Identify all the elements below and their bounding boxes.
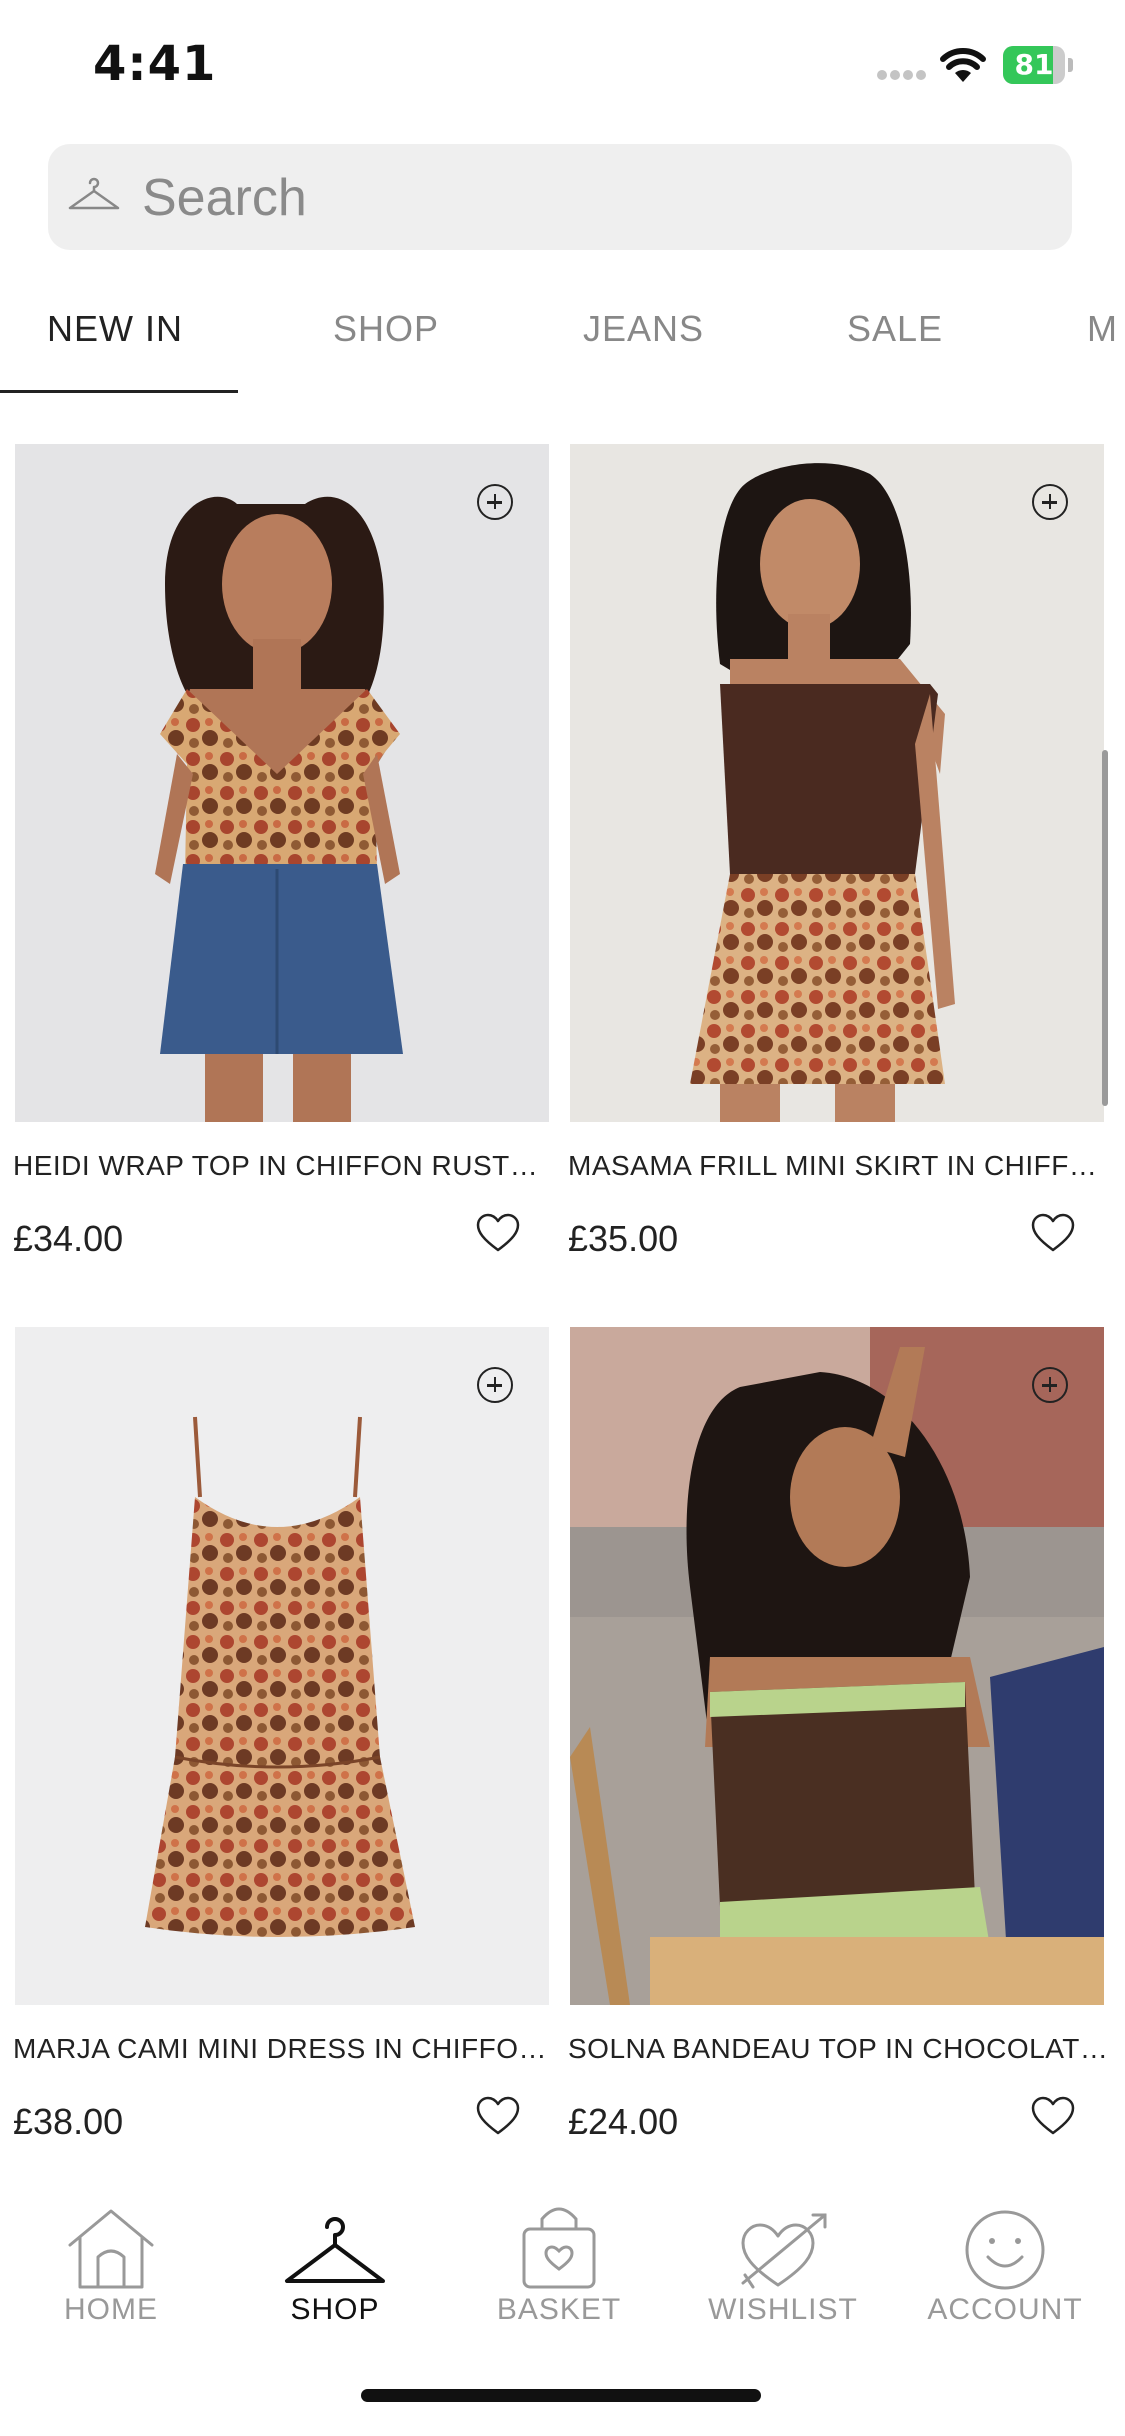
quick-add-icon[interactable] bbox=[477, 484, 513, 520]
smiley-icon bbox=[965, 2210, 1045, 2290]
nav-label-basket: BASKET bbox=[496, 2293, 622, 2326]
product-price: £34.00 bbox=[13, 1218, 124, 1259]
basket-icon bbox=[522, 2207, 596, 2289]
hanger-icon bbox=[68, 177, 120, 210]
nav-label-wishlist: WISHLIST bbox=[708, 2293, 858, 2326]
tab-more[interactable]: M bbox=[1087, 308, 1118, 350]
active-tab-indicator bbox=[0, 390, 238, 393]
product-name[interactable]: MASAMA FRILL MINI SKIRT IN CHIFFO… bbox=[568, 1150, 1108, 1182]
heart-arrow-icon bbox=[741, 2213, 827, 2289]
nav-label-home: HOME bbox=[64, 2293, 158, 2326]
battery-percent: 81 bbox=[1014, 48, 1054, 81]
nav-home[interactable]: HOME bbox=[11, 2195, 211, 2327]
product-price: £35.00 bbox=[568, 1218, 679, 1259]
heart-icon[interactable] bbox=[475, 1212, 521, 1254]
hanger-icon bbox=[285, 2217, 385, 2283]
wifi-icon bbox=[940, 48, 986, 82]
heart-icon[interactable] bbox=[1030, 2095, 1076, 2137]
quick-add-icon[interactable] bbox=[1032, 484, 1068, 520]
product-name[interactable]: SOLNA BANDEAU TOP IN CHOCOLAT… bbox=[568, 2033, 1108, 2065]
product-image[interactable] bbox=[570, 1327, 1104, 2005]
quick-add-icon[interactable] bbox=[1032, 1367, 1068, 1403]
product-name[interactable]: HEIDI WRAP TOP IN CHIFFON RUSTY… bbox=[13, 1150, 553, 1182]
status-bar: 4:41 81 bbox=[0, 0, 1125, 135]
quick-add-icon[interactable] bbox=[477, 1367, 513, 1403]
home-icon bbox=[68, 2209, 154, 2289]
product-price: £24.00 bbox=[568, 2101, 679, 2142]
tab-jeans[interactable]: JEANS bbox=[583, 308, 704, 350]
status-time: 4:41 bbox=[93, 36, 217, 92]
product-image[interactable] bbox=[15, 1327, 549, 2005]
scroll-indicator[interactable] bbox=[1102, 750, 1108, 1106]
nav-wishlist[interactable]: WISHLIST bbox=[683, 2195, 883, 2327]
heart-icon[interactable] bbox=[475, 2095, 521, 2137]
product-image[interactable] bbox=[570, 444, 1104, 1122]
nav-label-shop: SHOP bbox=[290, 2293, 380, 2326]
nav-shop[interactable]: SHOP bbox=[235, 2195, 435, 2327]
home-indicator[interactable] bbox=[361, 2389, 761, 2402]
nav-label-account: ACCOUNT bbox=[927, 2293, 1083, 2326]
tab-new-in[interactable]: NEW IN bbox=[47, 308, 183, 350]
signal-icon bbox=[877, 70, 926, 80]
category-tabs: NEW IN SHOP JEANS SALE M bbox=[0, 270, 1125, 395]
heart-icon[interactable] bbox=[1030, 1212, 1076, 1254]
tab-shop[interactable]: SHOP bbox=[333, 308, 439, 350]
product-image[interactable] bbox=[15, 444, 549, 1122]
nav-basket[interactable]: BASKET bbox=[459, 2195, 659, 2327]
product-name[interactable]: MARJA CAMI MINI DRESS IN CHIFFON… bbox=[13, 2033, 553, 2065]
battery-charging-icon: 81 bbox=[1003, 46, 1073, 86]
product-price: £38.00 bbox=[13, 2101, 124, 2142]
nav-account[interactable]: ACCOUNT bbox=[905, 2195, 1105, 2327]
search-bar[interactable] bbox=[48, 144, 1072, 252]
search-input[interactable] bbox=[140, 144, 1044, 252]
tab-sale[interactable]: SALE bbox=[847, 308, 943, 350]
